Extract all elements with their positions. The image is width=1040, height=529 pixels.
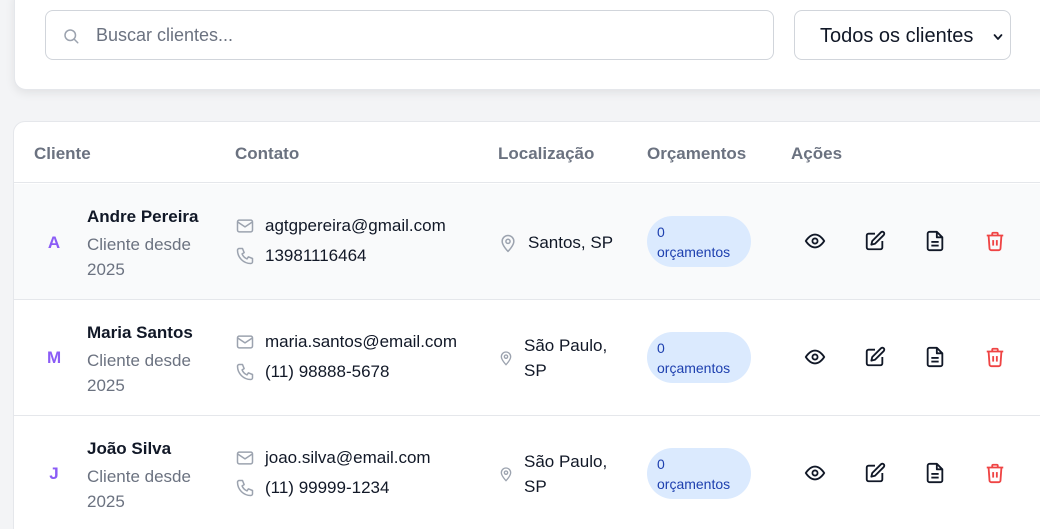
header-contact: Contato (235, 144, 300, 163)
map-pin-icon (500, 351, 512, 366)
trash-icon[interactable] (984, 346, 1006, 368)
phone-icon (236, 363, 254, 381)
client-since: Cliente desde 2025 (87, 351, 191, 395)
client-phone: (11) 99999-1234 (235, 478, 389, 498)
table-header: Cliente Contato Localização Orçamentos A… (14, 122, 1040, 183)
email-text: maria.santos@email.com (265, 332, 458, 351)
clients-table: Cliente Contato Localização Orçamentos A… (13, 121, 1040, 529)
quotes-badge: 0 orçamentos (647, 216, 751, 267)
client-email: maria.santos@email.com (235, 332, 457, 352)
table-row: M Maria Santos Cliente desde 2025 maria.… (14, 300, 1040, 416)
header-actions: Ações (791, 144, 843, 163)
edit-icon[interactable] (864, 462, 886, 484)
email-text: agtgpereira@gmail.com (265, 216, 446, 235)
phone-icon (236, 247, 254, 265)
phone-icon (236, 479, 254, 497)
phone-text: (11) 99999-1234 (265, 478, 390, 497)
client-initial: M (47, 348, 62, 367)
phone-text: (11) 98888-5678 (265, 362, 390, 381)
client-name: Andre Pereira (87, 207, 199, 226)
quotes-badge: 0 orçamentos (647, 448, 751, 499)
table-row: A Andre Pereira Cliente desde 2025 agtgp… (14, 184, 1040, 300)
quotes-badge: 0 orçamentos (647, 332, 751, 383)
client-since: Cliente desde 2025 (87, 235, 191, 279)
client-location: São Paulo, SP (498, 449, 614, 499)
table-row: J João Silva Cliente desde 2025 joao.sil… (14, 416, 1040, 529)
search-icon (62, 27, 80, 45)
eye-icon[interactable] (804, 462, 826, 484)
edit-icon[interactable] (864, 346, 886, 368)
client-filter-select[interactable]: Todos os clientes (794, 10, 1011, 60)
header-client: Cliente (34, 144, 91, 163)
email-text: joao.silva@email.com (265, 448, 431, 467)
client-phone: (11) 98888-5678 (235, 362, 389, 382)
client-name: Maria Santos (87, 323, 193, 342)
mail-icon (236, 335, 254, 349)
document-icon[interactable] (924, 462, 946, 484)
mail-icon (236, 451, 254, 465)
client-email: agtgpereira@gmail.com (235, 216, 446, 236)
client-location: São Paulo, SP (498, 333, 614, 383)
search-input[interactable] (96, 11, 756, 59)
trash-icon[interactable] (984, 462, 1006, 484)
location-text: São Paulo, SP (524, 452, 608, 496)
mail-icon (236, 219, 254, 233)
phone-text: 13981116464 (265, 246, 367, 265)
edit-icon[interactable] (864, 230, 886, 252)
client-name: João Silva (87, 439, 172, 458)
chevron-down-icon (992, 30, 1004, 42)
trash-icon[interactable] (984, 230, 1006, 252)
client-initial: A (47, 233, 61, 252)
location-text: São Paulo, SP (524, 336, 608, 380)
search-field[interactable] (45, 10, 774, 60)
client-initial: J (49, 464, 59, 483)
map-pin-icon (500, 467, 512, 482)
eye-icon[interactable] (804, 346, 826, 368)
client-phone: 13981116464 (235, 246, 366, 266)
client-filter-value: Todos os clientes (820, 25, 974, 47)
document-icon[interactable] (924, 230, 946, 252)
header-quotes: Orçamentos (647, 144, 747, 163)
filter-panel: Todos os clientes (14, 0, 1040, 90)
client-location: Santos, SP (498, 230, 613, 255)
client-since: Cliente desde 2025 (87, 467, 191, 511)
map-pin-icon (501, 234, 515, 252)
eye-icon[interactable] (804, 230, 826, 252)
document-icon[interactable] (924, 346, 946, 368)
client-email: joao.silva@email.com (235, 448, 431, 468)
location-text: Santos, SP (528, 233, 614, 252)
header-location: Localização (498, 144, 595, 163)
